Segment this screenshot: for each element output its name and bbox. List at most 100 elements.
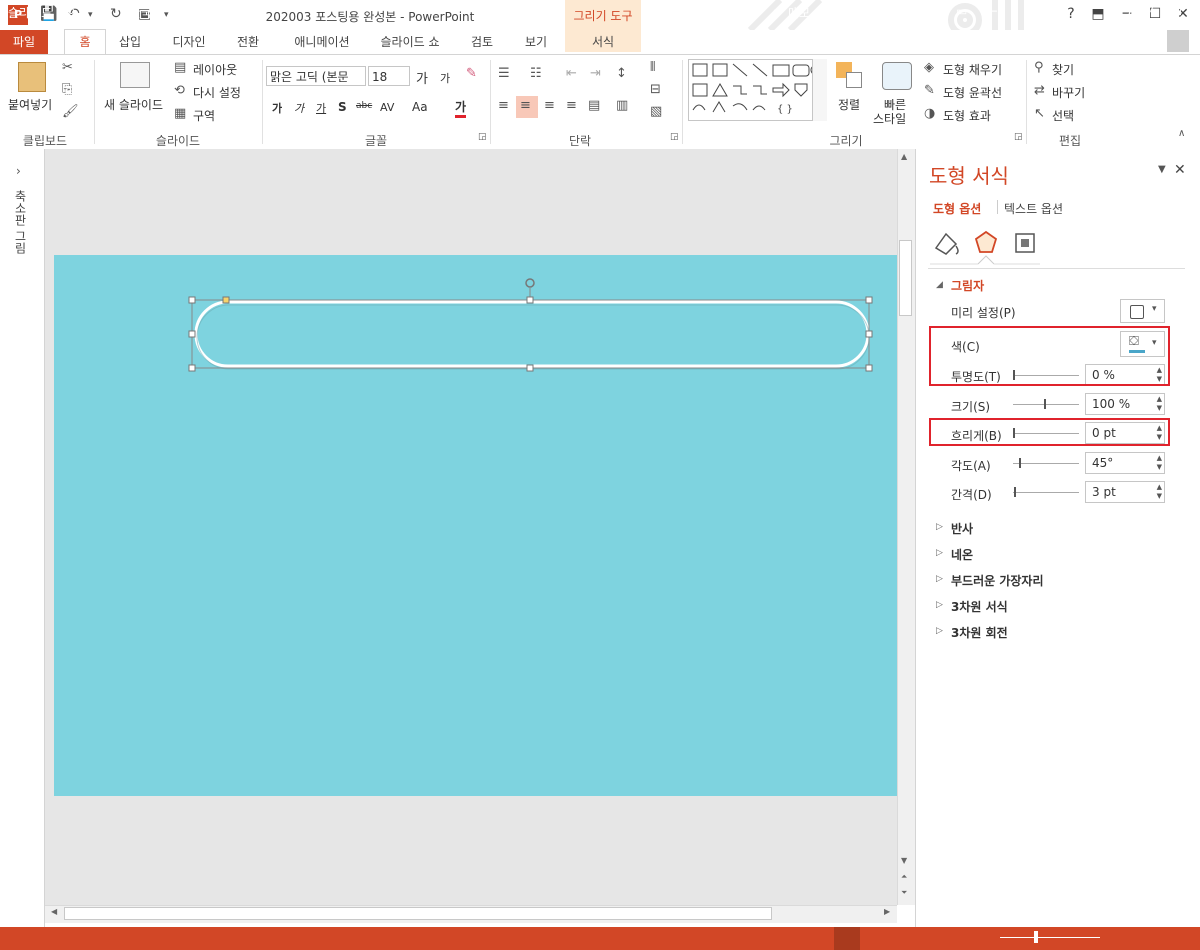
strikethrough-button[interactable]: abc: [356, 101, 372, 111]
expand-thumbnails-icon[interactable]: ›: [16, 164, 21, 178]
grow-font-button[interactable]: 가: [416, 68, 428, 87]
tab-home[interactable]: 홈: [64, 29, 106, 56]
pane-options-icon[interactable]: ▼: [1158, 164, 1166, 175]
tab-view[interactable]: 보기: [516, 30, 556, 54]
replace-icon[interactable]: ⇄: [1034, 83, 1045, 98]
shapes-gallery[interactable]: { }: [688, 59, 826, 121]
section-reflection[interactable]: 반사: [951, 520, 973, 537]
find-icon[interactable]: ⚲: [1034, 60, 1044, 75]
fill-line-icon[interactable]: [934, 232, 959, 255]
tab-transitions[interactable]: 전환: [228, 30, 268, 54]
section-collapsed-icon[interactable]: ▷: [936, 522, 943, 532]
bullets-icon[interactable]: ☰: [498, 66, 510, 81]
paste-button[interactable]: 붙여넣기: [8, 96, 52, 113]
section-glow[interactable]: 네온: [951, 546, 973, 563]
font-name-combo[interactable]: 맑은 고딕 (본문: [266, 66, 366, 86]
character-spacing-button[interactable]: AV: [380, 101, 394, 114]
font-size-combo[interactable]: 18: [368, 66, 410, 86]
next-slide-icon[interactable]: ⏷: [901, 888, 907, 898]
size-slider-track[interactable]: [1013, 404, 1079, 405]
size-properties-icon[interactable]: [1015, 233, 1035, 253]
decrease-indent-icon[interactable]: ⇤: [566, 66, 577, 81]
section-collapsed-icon[interactable]: ▷: [936, 574, 943, 584]
align-left-icon[interactable]: ≡: [498, 98, 509, 113]
tab-animations[interactable]: 애니메이션: [284, 30, 360, 54]
section-collapsed-icon[interactable]: ▷: [936, 600, 943, 610]
section-button[interactable]: 구역: [193, 107, 215, 124]
selected-rounded-rectangle[interactable]: [185, 272, 885, 377]
notes-button[interactable]: 슬라이드 노트: [676, 4, 746, 21]
section-3d-format[interactable]: 3차원 서식: [951, 598, 1008, 615]
paragraph-dialog-launcher-icon[interactable]: ◲: [670, 132, 679, 142]
zoom-slider-track[interactable]: [1000, 937, 1100, 938]
rounded-rectangle-shape[interactable]: [194, 300, 870, 368]
resize-handle[interactable]: [526, 296, 534, 304]
size-input[interactable]: 100 % ▲ ▼: [1085, 393, 1165, 415]
tab-file[interactable]: 파일: [0, 30, 48, 54]
spelling-check-icon[interactable]: ⎘: [98, 4, 108, 19]
align-right-icon[interactable]: ≡: [544, 98, 555, 113]
thumbnail-pane-label[interactable]: 축소판 그림: [12, 190, 29, 254]
quick-styles-label-2[interactable]: 스타일: [873, 110, 906, 127]
clear-formatting-icon[interactable]: ✎: [466, 66, 477, 81]
adjust-handle[interactable]: [222, 296, 230, 304]
section-collapsed-icon[interactable]: ▷: [936, 548, 943, 558]
new-slide-button[interactable]: 새 슬라이드: [104, 96, 163, 113]
layout-button[interactable]: 레이아웃: [193, 61, 237, 78]
slide-show-icon[interactable]: ▭: [956, 4, 967, 18]
shape-fill-button[interactable]: 도형 채우기: [943, 61, 1002, 78]
zoom-out-button[interactable]: −: [988, 4, 998, 18]
resize-handle[interactable]: [865, 330, 873, 338]
increase-indent-icon[interactable]: ⇥: [590, 66, 601, 81]
angle-spinner-icon[interactable]: ▲ ▼: [1157, 454, 1162, 472]
zoom-level[interactable]: 75 %: [1126, 4, 1157, 18]
bold-button[interactable]: 가: [272, 100, 282, 116]
numbering-icon[interactable]: ☷: [530, 66, 542, 81]
quick-styles-icon[interactable]: [882, 62, 912, 90]
cut-icon[interactable]: ✂: [62, 60, 73, 75]
pane-close-icon[interactable]: ✕: [1174, 162, 1186, 178]
fit-slide-icon[interactable]: ⊞: [1172, 4, 1182, 18]
scroll-up-icon[interactable]: ▲: [901, 152, 907, 161]
select-icon[interactable]: ↖: [1034, 106, 1045, 121]
font-dialog-launcher-icon[interactable]: ◲: [478, 132, 487, 142]
resize-handle[interactable]: [188, 296, 196, 304]
section-3d-rotation[interactable]: 3차원 회전: [951, 624, 1008, 641]
slide-number[interactable]: 슬라이드 2/9: [8, 4, 75, 21]
tab-design[interactable]: 디자인: [164, 30, 214, 54]
language-indicator[interactable]: 한국어: [130, 4, 163, 21]
section-collapsed-icon[interactable]: ▷: [936, 626, 943, 636]
text-direction-icon[interactable]: ⫴: [650, 60, 655, 75]
tab-review[interactable]: 검토: [462, 30, 502, 54]
columns-icon[interactable]: ▥: [616, 98, 628, 113]
horizontal-scroll-thumb[interactable]: [64, 907, 772, 920]
new-slide-icon[interactable]: [120, 62, 150, 88]
distance-slider-thumb[interactable]: [1014, 487, 1016, 497]
justify-icon[interactable]: ≡: [566, 98, 577, 113]
resize-handle[interactable]: [865, 364, 873, 372]
zoom-in-button[interactable]: +: [1103, 4, 1113, 18]
find-button[interactable]: 찾기: [1052, 61, 1074, 78]
section-icon[interactable]: ▦: [174, 106, 186, 121]
user-avatar[interactable]: [1167, 30, 1189, 52]
shapes-gallery-scroll[interactable]: [812, 59, 827, 121]
shrink-font-button[interactable]: 가: [440, 70, 450, 86]
paste-icon[interactable]: [18, 62, 46, 92]
angle-slider-thumb[interactable]: [1019, 458, 1021, 468]
resize-handle[interactable]: [188, 364, 196, 372]
shape-effects-icon[interactable]: ◑: [924, 106, 935, 121]
reading-view-icon[interactable]: ▯: [918, 4, 925, 18]
tab-shape-options[interactable]: 도형 옵션: [933, 200, 981, 217]
tab-slide-show[interactable]: 슬라이드 쇼: [374, 30, 446, 54]
drawing-dialog-launcher-icon[interactable]: ◲: [1014, 132, 1023, 142]
distance-input[interactable]: 3 pt ▲ ▼: [1085, 481, 1165, 503]
section-expanded-icon[interactable]: ◢: [936, 280, 943, 290]
line-spacing-icon[interactable]: ↕: [616, 66, 627, 81]
help-button[interactable]: ?: [1058, 4, 1084, 24]
copy-icon[interactable]: ⎘: [62, 82, 72, 97]
format-painter-icon[interactable]: 🖌: [62, 104, 79, 119]
slide-sorter-icon[interactable]: ▦: [880, 4, 891, 18]
size-slider-thumb[interactable]: [1044, 399, 1046, 409]
previous-slide-icon[interactable]: ⏶: [901, 872, 907, 882]
arrange-icon[interactable]: [836, 62, 864, 90]
